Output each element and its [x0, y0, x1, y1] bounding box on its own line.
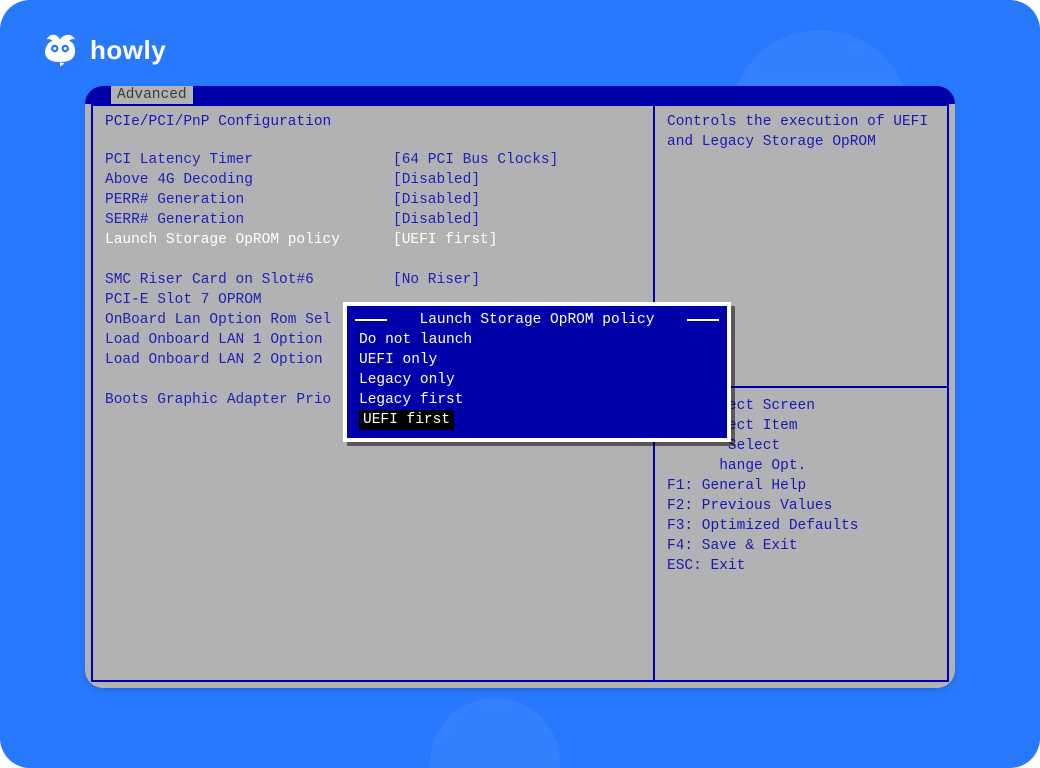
- key-hint: ESC: Exit: [667, 556, 939, 576]
- bios-tab-bar: Advanced: [85, 86, 955, 104]
- popup-option[interactable]: Legacy first: [347, 390, 727, 410]
- section-title: PCIe/PCI/PnP Configuration: [105, 112, 649, 132]
- setting-row-selected[interactable]: Launch Storage OpROM policy [UEFI first]: [105, 230, 649, 250]
- popup-option[interactable]: UEFI only: [347, 350, 727, 370]
- setting-row[interactable]: Above 4G Decoding [Disabled]: [105, 170, 649, 190]
- brand-logo: howly: [42, 32, 166, 68]
- setting-row[interactable]: SERR# Generation [Disabled]: [105, 210, 649, 230]
- key-hint: F2: Previous Values: [667, 496, 939, 516]
- setting-label: SERR# Generation: [105, 210, 393, 230]
- setting-label: SMC Riser Card on Slot#6: [105, 270, 393, 290]
- key-hint: F3: Optimized Defaults: [667, 516, 939, 536]
- option-popup: Launch Storage OpROM policy Do not launc…: [343, 302, 731, 442]
- decorative-circle: [430, 698, 560, 768]
- help-text-line: and Legacy Storage OpROM: [667, 132, 939, 152]
- setting-row[interactable]: SMC Riser Card on Slot#6 [No Riser]: [105, 270, 649, 290]
- setting-label: PCI Latency Timer: [105, 150, 393, 170]
- popup-option[interactable]: Do not launch: [347, 330, 727, 350]
- setting-row[interactable]: PCI Latency Timer [64 PCI Bus Clocks]: [105, 150, 649, 170]
- key-hint: F1: General Help: [667, 476, 939, 496]
- key-hint: F4: Save & Exit: [667, 536, 939, 556]
- setting-label: Above 4G Decoding: [105, 170, 393, 190]
- setting-label: PERR# Generation: [105, 190, 393, 210]
- setting-value: [Disabled]: [393, 170, 480, 190]
- setting-value: [64 PCI Bus Clocks]: [393, 150, 558, 170]
- tab-advanced[interactable]: Advanced: [111, 86, 193, 104]
- setting-value: [No Riser]: [393, 270, 480, 290]
- help-pane: Controls the execution of UEFI and Legac…: [667, 112, 939, 152]
- setting-value: [Disabled]: [393, 190, 480, 210]
- key-hint: hange Opt.: [667, 456, 939, 476]
- popup-option-highlighted[interactable]: UEFI first: [359, 410, 454, 430]
- bios-screen: Advanced PCIe/PCI/PnP Configuration PCI …: [85, 86, 955, 688]
- brand-name: howly: [90, 35, 166, 66]
- popup-title: Launch Storage OpROM policy: [414, 310, 661, 330]
- setting-value: [Disabled]: [393, 210, 480, 230]
- help-text-line: Controls the execution of UEFI: [667, 112, 939, 132]
- setting-label: Launch Storage OpROM policy: [105, 230, 393, 250]
- owl-icon: [42, 32, 78, 68]
- bios-screenshot-card: Advanced PCIe/PCI/PnP Configuration PCI …: [85, 86, 955, 688]
- page-background: howly Advanced PCIe/PCI/PnP Configuratio…: [0, 0, 1040, 768]
- setting-row[interactable]: PERR# Generation [Disabled]: [105, 190, 649, 210]
- setting-value: [UEFI first]: [393, 230, 497, 250]
- popup-option[interactable]: Legacy only: [347, 370, 727, 390]
